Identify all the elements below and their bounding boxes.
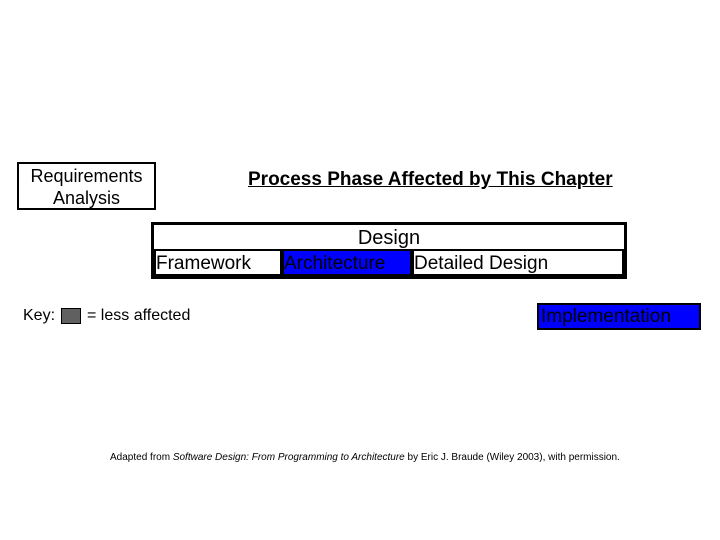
phase-framework: Framework xyxy=(154,249,282,276)
attribution-book: Software Design: From Programming to Arc… xyxy=(173,452,405,463)
attribution-prefix: Adapted from xyxy=(110,452,173,463)
attribution-suffix: by Eric J. Braude (Wiley 2003), with per… xyxy=(405,452,620,463)
phase-design-group: Design Framework Architecture Detailed D… xyxy=(151,222,627,279)
chapter-title: Process Phase Affected by This Chapter xyxy=(248,169,613,191)
phase-design-subphases: Framework Architecture Detailed Design xyxy=(154,249,624,276)
legend-label: Key: xyxy=(23,307,55,325)
phase-implementation: Implementation xyxy=(537,303,701,330)
legend-swatch-icon xyxy=(61,308,81,324)
legend-explanation: = less affected xyxy=(87,307,190,325)
phase-design-header: Design xyxy=(154,225,624,251)
legend: Key: = less affected xyxy=(23,307,190,325)
phase-detailed-design: Detailed Design xyxy=(412,249,624,276)
phase-requirements: RequirementsAnalysis xyxy=(17,162,156,210)
attribution: Adapted from Software Design: From Progr… xyxy=(110,452,620,463)
phase-architecture: Architecture xyxy=(282,249,412,276)
phase-requirements-label: RequirementsAnalysis xyxy=(30,166,142,208)
